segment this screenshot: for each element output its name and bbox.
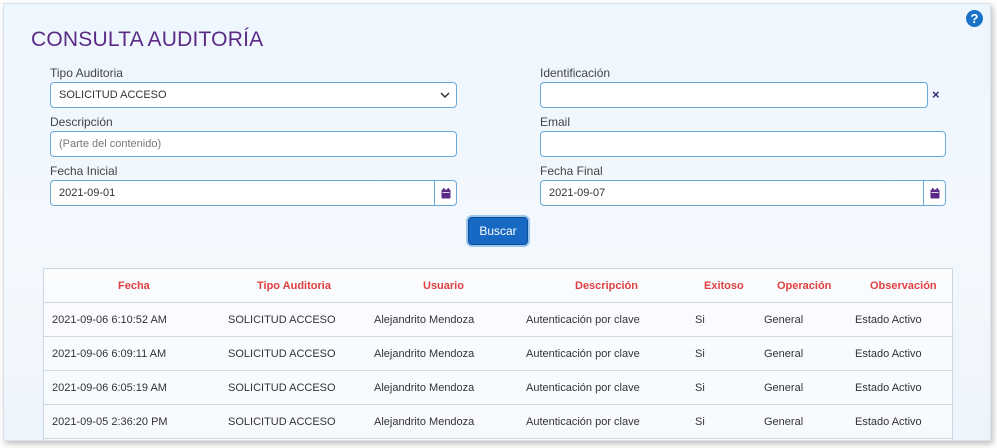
cell-observacion: Estado Activo (855, 348, 922, 360)
calendar-icon[interactable] (434, 181, 456, 205)
header-operacion[interactable]: Operación (777, 269, 831, 303)
tipo-auditoria-label: Tipo Auditoria (50, 66, 123, 80)
cell-usuario: Alejandrito Mendoza (374, 416, 475, 428)
header-usuario[interactable]: Usuario (423, 269, 464, 303)
header-exitoso[interactable]: Exitoso (704, 269, 744, 303)
email-label: Email (540, 115, 571, 129)
cell-fecha: 2021-09-05 2:36:20 PM (52, 416, 168, 428)
table-row[interactable]: 2021-09-06 6:09:11 AM SOLICITUD ACCESO A… (44, 337, 952, 371)
cell-observacion: Estado Activo (855, 314, 922, 326)
descripcion-label: Descripción (50, 115, 113, 129)
cell-operacion: General (764, 348, 804, 360)
cell-fecha: 2021-09-06 6:10:52 AM (52, 314, 167, 326)
table-row[interactable]: 2021-09-06 6:05:19 AM SOLICITUD ACCESO A… (44, 371, 952, 405)
cell-usuario: Alejandrito Mendoza (374, 314, 475, 326)
cell-fecha: 2021-09-06 6:09:11 AM (52, 348, 167, 360)
cell-operacion: General (764, 382, 804, 394)
help-icon[interactable]: ? (966, 10, 983, 27)
cell-descripcion: Autenticación por clave (526, 348, 640, 360)
calendar-icon[interactable] (923, 181, 945, 205)
tipo-auditoria-value: SOLICITUD ACCESO (59, 89, 167, 101)
cell-tipo-auditoria: SOLICITUD ACCESO (228, 382, 336, 394)
fecha-final-label: Fecha Final (540, 164, 603, 178)
header-observacion[interactable]: Observación (870, 269, 937, 303)
page-title: CONSULTA AUDITORÍA (31, 28, 264, 51)
tipo-auditoria-select[interactable]: SOLICITUD ACCESO (50, 82, 457, 108)
audit-panel: ? CONSULTA AUDITORÍA Tipo Auditoria SOLI… (3, 3, 991, 441)
table-header-row: Fecha Tipo Auditoria Usuario Descripción… (44, 269, 952, 303)
cell-observacion: Estado Activo (855, 416, 922, 428)
fecha-final-input[interactable]: 2021-09-07 (540, 180, 946, 206)
header-descripcion[interactable]: Descripción (575, 269, 638, 303)
cell-exitoso: Si (695, 314, 705, 326)
identificacion-input[interactable] (540, 82, 928, 108)
table-row[interactable]: 2021-09-05 2:36:20 PM SOLICITUD ACCESO A… (44, 405, 952, 439)
identificacion-label: Identificación (540, 66, 611, 80)
table-row[interactable]: 2021-09-06 6:10:52 AM SOLICITUD ACCESO A… (44, 303, 952, 337)
chevron-down-icon (440, 92, 450, 99)
buscar-button[interactable]: Buscar (468, 217, 528, 245)
header-tipo-auditoria[interactable]: Tipo Auditoria (257, 269, 331, 303)
cell-exitoso: Si (695, 416, 705, 428)
cell-observacion: Estado Activo (855, 382, 922, 394)
cell-descripcion: Autenticación por clave (526, 416, 640, 428)
descripcion-input[interactable]: (Parte del contenido) (50, 131, 457, 157)
cell-descripcion: Autenticación por clave (526, 382, 640, 394)
fecha-final-value: 2021-09-07 (549, 187, 606, 199)
email-input[interactable] (540, 131, 946, 157)
close-icon[interactable]: × (932, 87, 940, 102)
cell-operacion: General (764, 416, 804, 428)
cell-tipo-auditoria: SOLICITUD ACCESO (228, 416, 336, 428)
fecha-inicial-input[interactable]: 2021-09-01 (50, 180, 457, 206)
fecha-inicial-value: 2021-09-01 (59, 187, 116, 199)
cell-tipo-auditoria: SOLICITUD ACCESO (228, 348, 336, 360)
fecha-inicial-label: Fecha Inicial (50, 164, 118, 178)
cell-fecha: 2021-09-06 6:05:19 AM (52, 382, 167, 394)
cell-tipo-auditoria: SOLICITUD ACCESO (228, 314, 336, 326)
cell-usuario: Alejandrito Mendoza (374, 382, 475, 394)
cell-descripcion: Autenticación por clave (526, 314, 640, 326)
header-fecha[interactable]: Fecha (118, 269, 150, 303)
descripcion-placeholder: (Parte del contenido) (59, 138, 162, 150)
audit-table: Fecha Tipo Auditoria Usuario Descripción… (43, 268, 953, 440)
cell-operacion: General (764, 314, 804, 326)
cell-usuario: Alejandrito Mendoza (374, 348, 475, 360)
cell-exitoso: Si (695, 382, 705, 394)
cell-exitoso: Si (695, 348, 705, 360)
